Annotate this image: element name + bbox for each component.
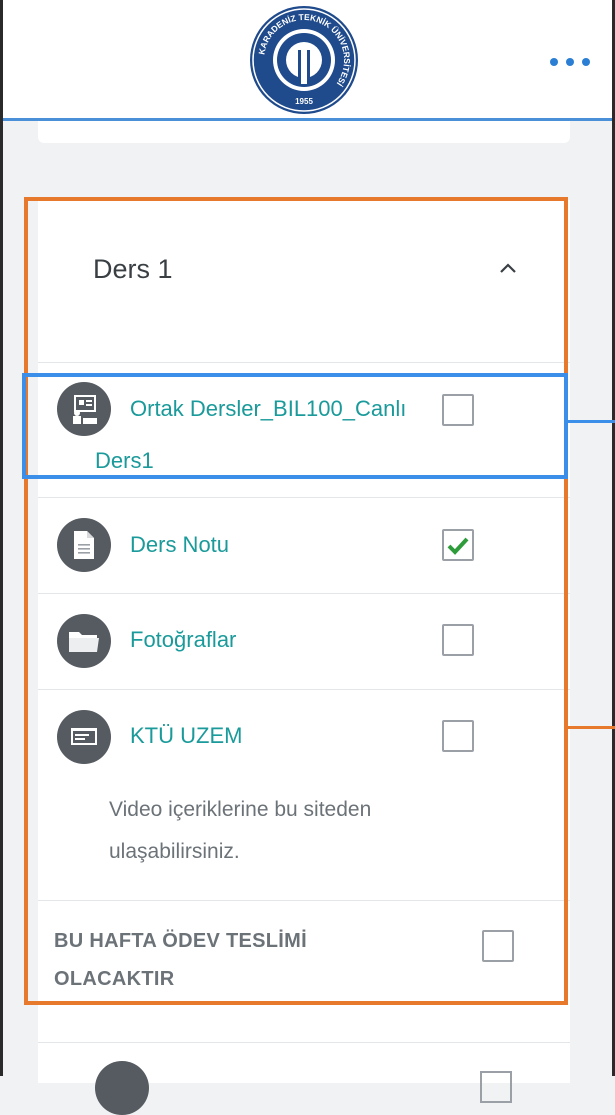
highlight-box-section [24, 197, 568, 1005]
more-horizontal-icon [582, 58, 590, 66]
more-options-button[interactable] [550, 48, 590, 76]
activity-icon [95, 1061, 149, 1115]
frame-border-left [0, 0, 3, 1076]
next-section-card [38, 1042, 570, 1115]
more-horizontal-icon [550, 58, 558, 66]
previous-card [38, 121, 570, 143]
highlight-box-activity [22, 373, 568, 479]
highlight-connector-orange [568, 726, 615, 729]
more-horizontal-icon [566, 58, 574, 66]
university-logo[interactable]: KARADENİZ TEKNİK ÜNİVERSİTESİ 1955 [248, 4, 360, 116]
logo-year: 1955 [295, 97, 313, 106]
top-navbar: KARADENİZ TEKNİK ÜNİVERSİTESİ 1955 [0, 0, 615, 121]
highlight-connector-blue [568, 420, 615, 423]
